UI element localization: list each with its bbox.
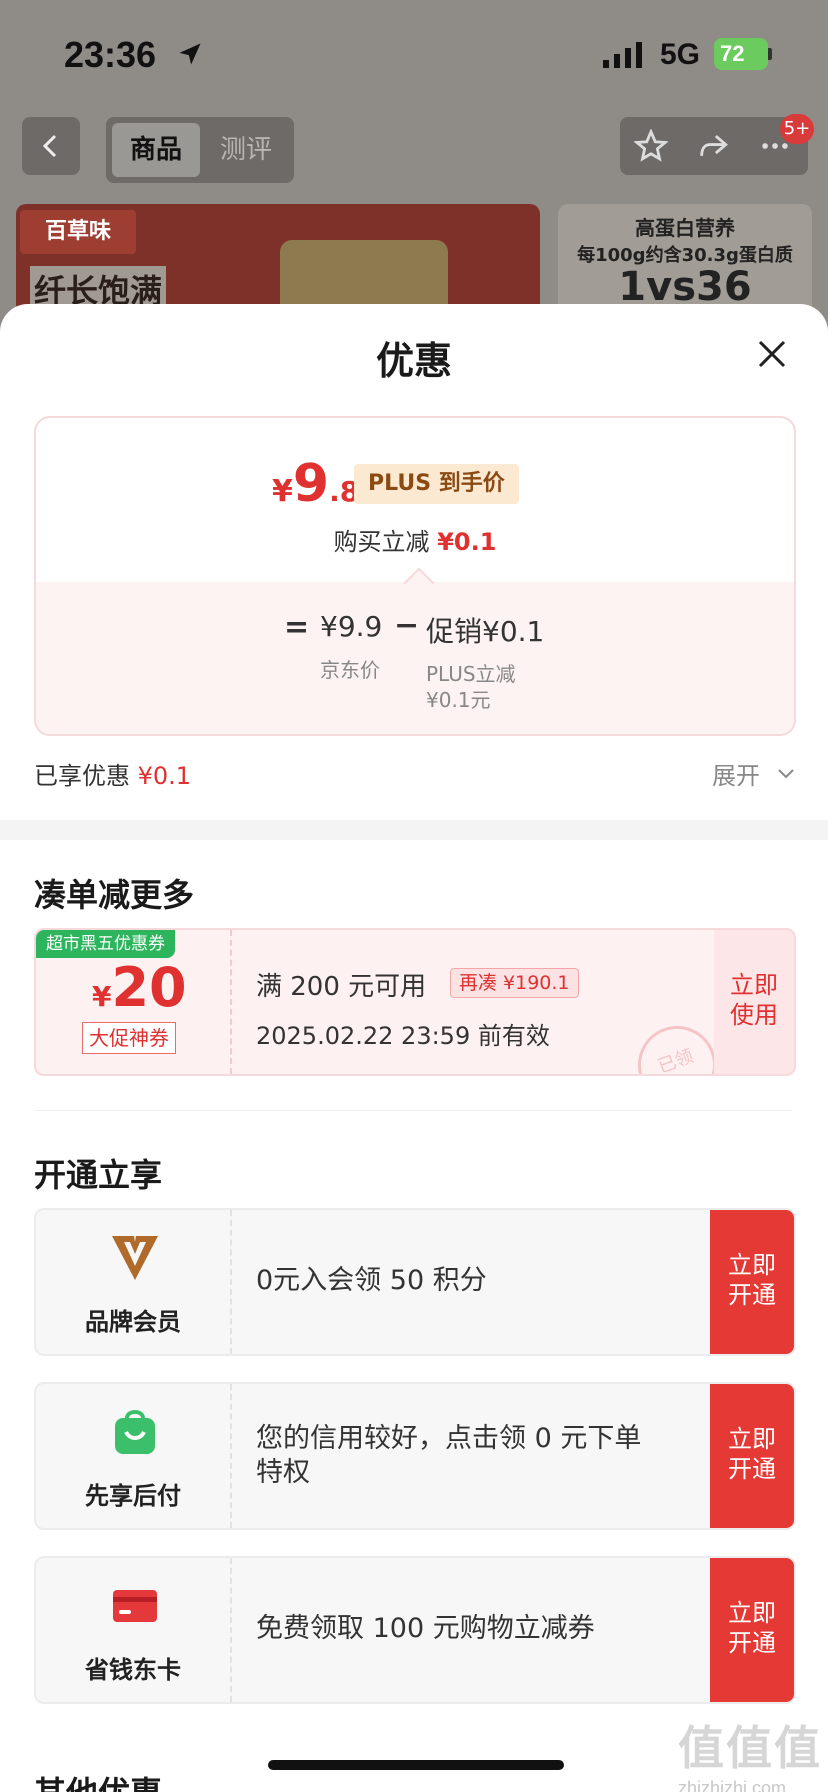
brand-member-icon — [112, 1236, 158, 1280]
open-item-label: 省钱东卡 — [85, 1656, 181, 1684]
price-integer: 9 — [292, 454, 330, 514]
open-item-label: 品牌会员 — [85, 1308, 181, 1336]
coupon-sub-label: 大促神券 — [82, 1022, 176, 1054]
price-breakdown-lower — [36, 582, 794, 734]
equals-sign: = — [284, 610, 310, 645]
bank-card-icon — [113, 1590, 157, 1622]
nutrition-banner: 高蛋白营养 每100g约含30.3g蛋白质 1vs36 — [558, 204, 812, 314]
open-button-line1: 立即 — [728, 1599, 776, 1627]
section-title-other: 其他优惠 — [34, 1768, 162, 1792]
enjoyed-label: 已享优惠 — [34, 762, 130, 790]
enjoyed-value: ¥0.1 — [137, 762, 192, 790]
price-breakdown-card: ¥9.8 PLUS 到手价 购买立减 ¥0.1 = ¥9.9 京东价 − 促销¥… — [34, 416, 796, 736]
open-now-button[interactable]: 立即 开通 — [710, 1558, 794, 1702]
coupon-card: 超市黑五优惠券 ¥20 大促神券 满 200 元可用 再凑 ¥190.1 202… — [34, 928, 796, 1076]
open-item-left: 品牌会员 — [36, 1210, 230, 1354]
jd-price-label: 京东价 — [320, 658, 380, 682]
status-time: 23:36 — [64, 34, 157, 75]
open-item-desc: 免费领取 100 元购物立减券 — [256, 1613, 595, 1644]
home-indicator[interactable] — [268, 1760, 564, 1770]
chevron-left-icon — [42, 134, 57, 158]
open-now-button[interactable]: 立即 开通 — [710, 1210, 794, 1354]
open-item-desc: 0元入会领 50 积分 — [256, 1265, 487, 1296]
open-item-pay-later: 先享后付 您的信用较好，点击领 0 元下单特权 立即 开通 — [34, 1382, 796, 1530]
tab-product[interactable]: 商品 — [112, 123, 200, 177]
section-title-more: 凑单减更多 — [34, 876, 195, 914]
open-item-desc: 您的信用较好，点击领 0 元下单特权 — [256, 1423, 642, 1488]
star-icon[interactable] — [634, 129, 668, 163]
coupon-separator — [230, 930, 232, 1074]
coupon-condition: 满 200 元可用 — [256, 972, 427, 1002]
nutrition-line3: 1vs36 — [618, 264, 752, 310]
tab-review[interactable]: 测评 — [202, 123, 290, 177]
use-coupon-button[interactable]: 立即 使用 — [714, 930, 794, 1074]
discount-sheet: 优惠 ¥9.8 PLUS 到手价 购买立减 ¥0.1 = ¥9.9 京东价 − … — [0, 304, 828, 1792]
battery-cap — [768, 48, 772, 60]
open-item-left: 省钱东卡 — [36, 1558, 230, 1702]
open-item-saver-card: 省钱东卡 免费领取 100 元购物立减券 立即 开通 — [34, 1556, 796, 1704]
product-banner: 百草味 纤长饱满 — [16, 204, 540, 314]
coupon-more-needed: 再凑 ¥190.1 — [450, 968, 579, 998]
buy-reduce-value: ¥0.1 — [437, 528, 497, 556]
status-bar: 23:36 5G 72 — [0, 0, 828, 100]
battery-icon: 72 — [714, 38, 768, 70]
product-jar-image — [280, 240, 448, 314]
location-arrow-icon — [179, 43, 201, 65]
brand-logo: 百草味 — [20, 210, 136, 254]
jd-price: ¥9.9 — [320, 610, 383, 643]
shopping-bag-icon — [115, 1410, 155, 1454]
back-button[interactable] — [22, 117, 80, 175]
open-item-label: 先享后付 — [85, 1482, 181, 1510]
chevron-down-icon[interactable] — [776, 764, 796, 784]
sheet-title: 优惠 — [375, 339, 452, 383]
coupon-left: 超市黑五优惠券 ¥20 大促神券 — [36, 930, 230, 1074]
battery-level: 72 — [720, 41, 745, 66]
enjoyed-discount: 已享优惠 ¥0.1 — [34, 756, 191, 791]
buy-reduce-label: 购买立减 — [333, 528, 430, 556]
open-item-separator — [230, 1210, 232, 1354]
promo-sub-value: ¥0.1元 — [426, 688, 491, 712]
coupon-amount-value: 20 — [111, 956, 187, 1019]
open-button-line1: 立即 — [728, 1251, 776, 1279]
currency-symbol: ¥ — [272, 474, 293, 509]
minus-sign: − — [394, 608, 420, 643]
section-title-open: 开通立享 — [34, 1156, 163, 1194]
promo-sub-label: PLUS立减 — [426, 662, 516, 686]
section-divider — [0, 820, 828, 840]
open-item-brand-member: 品牌会员 0元入会领 50 积分 立即 开通 — [34, 1208, 796, 1356]
share-icon[interactable] — [696, 129, 730, 163]
signal-icon — [603, 42, 642, 68]
open-item-separator — [230, 1558, 232, 1702]
product-tabs: 商品 测评 — [106, 117, 294, 183]
network-type: 5G — [660, 38, 701, 71]
use-button-line2: 使用 — [730, 1001, 778, 1029]
open-button-line2: 开通 — [728, 1455, 776, 1483]
open-item-separator — [230, 1384, 232, 1528]
plus-price-tag: PLUS 到手价 — [354, 464, 519, 504]
coupon-tag: 超市黑五优惠券 — [36, 930, 175, 958]
watermark-url: zhizhizhi.com — [678, 1778, 787, 1792]
claimed-stamp: 已领 — [627, 1015, 727, 1074]
watermark-logo: 值值值 — [678, 1722, 822, 1774]
open-item-left: 先享后付 — [36, 1384, 230, 1528]
open-button-line1: 立即 — [728, 1425, 776, 1453]
coupon-currency: ¥ — [92, 980, 112, 1013]
buy-reduce-line: 购买立减 ¥0.1 — [36, 522, 794, 557]
coupon-validity: 2025.02.22 23:59 前有效 — [256, 1022, 550, 1050]
open-now-button[interactable]: 立即 开通 — [710, 1384, 794, 1528]
expand-button[interactable]: 展开 — [712, 756, 760, 791]
use-button-line1: 立即 — [730, 971, 778, 999]
close-icon[interactable] — [752, 334, 792, 374]
open-button-line2: 开通 — [728, 1281, 776, 1309]
promo-discount: 促销¥0.1 — [426, 615, 545, 648]
site-watermark: 值值值 zhizhizhi.com — [678, 1712, 822, 1792]
nutrition-line1: 高蛋白营养 — [635, 216, 735, 240]
message-badge: 5+ — [780, 114, 814, 144]
coupon-amount: ¥20 — [92, 956, 187, 1019]
final-price: ¥9.8 — [272, 454, 359, 514]
open-button-line2: 开通 — [728, 1629, 776, 1657]
section-separator — [34, 1110, 792, 1111]
